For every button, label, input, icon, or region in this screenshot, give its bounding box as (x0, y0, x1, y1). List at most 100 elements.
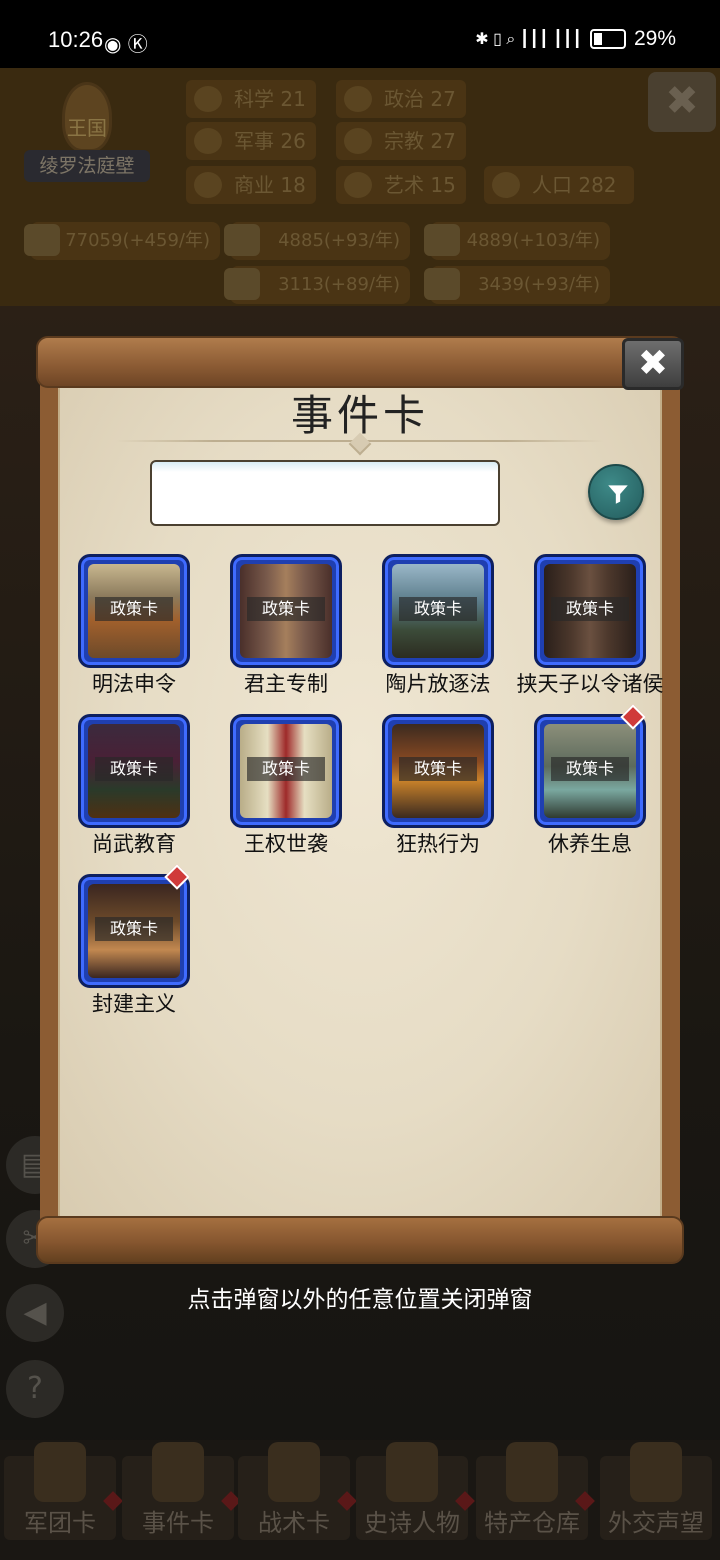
scroll-rod-bottom (36, 1216, 684, 1264)
card-frame: 政策卡 (78, 874, 190, 988)
stat-population: 人口 282 (484, 166, 634, 204)
stat-value: 18 (280, 173, 306, 197)
tab-label: 外交声望 (608, 1509, 704, 1537)
card-name: 挟天子以令诸侯 (516, 672, 664, 696)
stat-label: 政治 (384, 87, 424, 111)
scroll-rod-top (36, 336, 684, 388)
tab-label: 事件卡 (142, 1509, 214, 1537)
kingdom-name: 绫罗法庭壁 (24, 150, 150, 182)
resource-wood: 4885(+93/年) (224, 222, 410, 260)
filter-button[interactable] (588, 464, 644, 520)
close-icon: ✖ (637, 343, 669, 384)
tab-event-cards: 事件卡 (122, 1442, 241, 1540)
card-type-label: 政策卡 (95, 757, 173, 781)
tab-diplomacy: 外交声望 (600, 1442, 712, 1540)
card-xie-tianzi[interactable]: 政策卡 挟天子以令诸侯 (517, 554, 686, 706)
tab-label: 战术卡 (258, 1509, 330, 1537)
card-name: 陶片放逐法 (385, 672, 491, 696)
card-wangquan-shixi[interactable]: 政策卡 王权世袭 (230, 714, 382, 866)
resource-value: 4885(+93/年) (278, 230, 400, 251)
crown-icon (386, 1442, 438, 1502)
military-icon (194, 128, 222, 154)
background-close-icon: ✖ (648, 72, 716, 132)
card-name: 狂热行为 (396, 832, 480, 856)
stat-label: 宗教 (384, 129, 424, 153)
close-button[interactable]: ✖ (622, 338, 684, 390)
card-name: 尚武教育 (92, 832, 176, 856)
event-cards-modal: 事件卡 ✖ 政策卡 明法申令 政策卡 君主专制 政策卡 陶片放逐法 政策卡 挟天… (36, 336, 684, 1264)
resource-stone: 4889(+103/年) (424, 222, 610, 260)
resource-value: 3439(+93/年) (478, 274, 600, 295)
card-frame: 政策卡 (382, 554, 494, 668)
card-type-label: 政策卡 (247, 597, 325, 621)
tab-epic-figures: 史诗人物 (356, 1442, 475, 1540)
card-xiuyang-shengxi[interactable]: 政策卡 休养生息 (534, 704, 686, 866)
stone-icon (424, 224, 460, 256)
card-frame: 政策卡 (534, 554, 646, 668)
status-left-icons: ◉ Ⓚ (104, 32, 148, 56)
card-mingfa-shenling[interactable]: 政策卡 明法申令 (78, 554, 230, 706)
card-junzhu-zhuanzhi[interactable]: 政策卡 君主专制 (230, 554, 382, 706)
card-frame: 政策卡 (534, 714, 646, 828)
card-frame: 政策卡 (230, 554, 342, 668)
stat-commerce: 商业 18 (186, 166, 316, 204)
card-type-label: 政策卡 (551, 597, 629, 621)
tab-specialty-warehouse: 特产仓库 (476, 1442, 595, 1540)
search-input[interactable] (150, 460, 500, 526)
resource-gold: 77059(+459/年) (24, 222, 220, 260)
resource-food: 3439(+93/年) (424, 266, 610, 304)
population-icon (492, 172, 520, 198)
card-type-label: 政策卡 (399, 757, 477, 781)
helmet-icon (34, 1442, 86, 1502)
card-frame: 政策卡 (78, 714, 190, 828)
card-type-label: 政策卡 (399, 597, 477, 621)
tab-label: 史诗人物 (364, 1509, 460, 1537)
card-fengjian-zhuyi[interactable]: 政策卡 封建主义 (78, 864, 230, 1026)
stat-label: 艺术 (384, 173, 424, 197)
resource-value: 4889(+103/年) (466, 230, 600, 251)
stat-label: 商业 (234, 173, 274, 197)
battery-level: 29% (633, 27, 676, 50)
stat-art: 艺术 15 (336, 166, 466, 204)
signal-icons: ✱ ▯ ⌕ ┃┃┃ ┃┃┃ (475, 31, 582, 48)
food-icon (424, 268, 460, 300)
commerce-icon (194, 172, 222, 198)
stat-value: 15 (430, 173, 456, 197)
card-name: 王权世袭 (244, 832, 328, 856)
wood-icon (224, 224, 260, 256)
letter-icon (630, 1442, 682, 1502)
politics-icon (344, 86, 372, 112)
status-right-group: ✱ ▯ ⌕ ┃┃┃ ┃┃┃ 29% (475, 27, 676, 51)
help-icon: ? (6, 1360, 64, 1418)
resource-value: 3113(+89/年) (278, 274, 400, 295)
card-frame: 政策卡 (78, 554, 190, 668)
card-type-label: 政策卡 (95, 917, 173, 941)
chest-icon (506, 1442, 558, 1502)
card-name: 君主专制 (244, 672, 328, 696)
filter-icon (608, 485, 628, 504)
iron-icon (224, 268, 260, 300)
kingdom-label: 王国 (67, 116, 107, 140)
card-frame: 政策卡 (382, 714, 494, 828)
card-shangwu-jiaoyu[interactable]: 政策卡 尚武教育 (78, 714, 230, 866)
stat-label: 科学 (234, 87, 274, 111)
gold-icon (24, 224, 60, 256)
stat-value: 282 (578, 173, 617, 197)
card-type-label: 政策卡 (247, 757, 325, 781)
card-kuangre-xingwei[interactable]: 政策卡 狂热行为 (382, 714, 534, 866)
stat-label: 人口 (532, 173, 572, 197)
kingdom-badge: 王国 绫罗法庭壁 (24, 82, 150, 182)
battery-icon (589, 29, 626, 49)
resource-value: 77059(+459/年) (65, 230, 210, 251)
tab-label: 特产仓库 (484, 1509, 580, 1537)
card-name: 休养生息 (548, 832, 632, 856)
stat-military: 军事 26 (186, 122, 316, 160)
tab-label: 军团卡 (24, 1509, 96, 1537)
science-icon (194, 86, 222, 112)
stat-label: 军事 (234, 129, 274, 153)
stat-religion: 宗教 27 (336, 122, 466, 160)
religion-icon (344, 128, 372, 154)
resource-iron: 3113(+89/年) (224, 266, 410, 304)
stat-value: 26 (280, 129, 306, 153)
stat-science: 科学 21 (186, 80, 316, 118)
